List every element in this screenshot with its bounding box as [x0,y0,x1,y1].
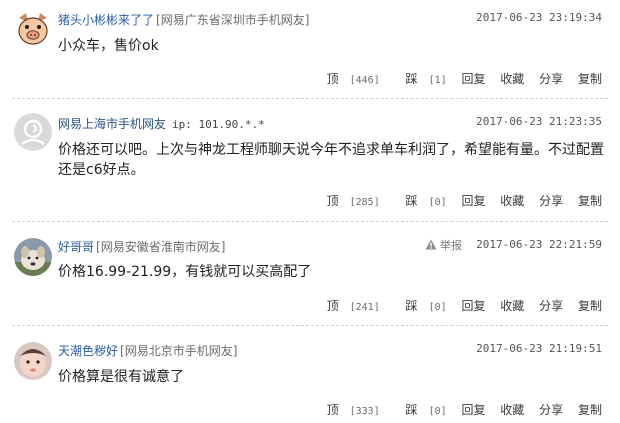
comment-meta: 天潮色秽好 [网易北京市手机网友] [58,342,237,359]
comment-divider [12,221,608,222]
downvote-label: 踩 [405,72,418,86]
upvote-count: [333] [349,406,380,417]
report-label: 举报 [440,239,462,252]
report-link[interactable]: 举报 [425,237,462,253]
downvote-count: [1] [428,75,447,86]
user-source: [网易广东省深圳市手机网友] [156,13,310,27]
upvote-label: 顶 [326,403,339,417]
user-ip: ip: 101.90.*.* [172,118,265,131]
downvote-button[interactable]: 踩 [1] [395,70,447,87]
collect-button[interactable]: 收藏 [500,70,524,87]
reply-button[interactable]: 回复 [461,401,485,418]
downvote-label: 踩 [405,299,418,313]
reply-button[interactable]: 回复 [461,192,485,209]
comment-timestamp: 2017-06-23 22:21:59 [476,238,602,251]
upvote-count: [446] [349,75,380,86]
warning-triangle-icon [425,239,437,252]
default-user-icon[interactable] [14,113,52,151]
comment-meta: 好哥哥 [网易安徽省淮南市网友] [58,238,225,255]
share-button[interactable]: 分享 [539,192,563,209]
upvote-button[interactable]: 顶 [285] [316,192,380,209]
comment-actions: 顶 [285] 踩 [0] 回复 收藏 分享 复制 [305,192,602,209]
username-link[interactable]: 猪头小彬彬来了了 [58,13,154,27]
comment-2: 网易上海市手机网友 ip: 101.90.*.* 2017-06-23 21:23… [0,100,620,218]
comment-3: 好哥哥 [网易安徽省淮南市网友] 举报 2017-06-23 22:21:59 价… [0,224,620,320]
reply-button[interactable]: 回复 [461,70,485,87]
collect-button[interactable]: 收藏 [500,192,524,209]
comment-actions: 顶 [446] 踩 [1] 回复 收藏 分享 复制 [305,70,602,87]
comment-actions: 顶 [241] 踩 [0] 回复 收藏 分享 复制 [305,297,602,314]
downvote-label: 踩 [405,194,418,208]
baby-photo-icon[interactable] [14,342,52,380]
comment-text: 价格还可以吧。上次与神龙工程师聊天说今年不追求单车利润了，希望能有量。不过配置还… [58,142,604,178]
comment-text: 价格算是很有诚意了 [58,369,184,385]
downvote-label: 踩 [405,403,418,417]
downvote-button[interactable]: 踩 [0] [395,401,447,418]
comment-timestamp: 2017-06-23 21:23:35 [476,115,602,128]
upvote-button[interactable]: 顶 [446] [316,70,380,87]
upvote-count: [241] [349,302,380,313]
comment-text: 价格16.99-21.99，有钱就可以买高配了 [58,264,312,280]
upvote-label: 顶 [326,194,339,208]
share-button[interactable]: 分享 [539,401,563,418]
comment-meta: 网易上海市手机网友 ip: 101.90.*.* [58,115,265,132]
comment-1: 猪头小彬彬来了了 [网易广东省深圳市手机网友] 2017-06-23 23:19:… [0,0,620,96]
reply-button[interactable]: 回复 [461,297,485,314]
upvote-count: [285] [349,197,380,208]
comment-meta: 猪头小彬彬来了了 [网易广东省深圳市手机网友] [58,11,309,28]
downvote-button[interactable]: 踩 [0] [395,297,447,314]
upvote-label: 顶 [326,72,339,86]
share-button[interactable]: 分享 [539,297,563,314]
username-link[interactable]: 天潮色秽好 [58,344,118,358]
upvote-button[interactable]: 顶 [241] [316,297,380,314]
copy-button[interactable]: 复制 [578,401,602,418]
copy-button[interactable]: 复制 [578,192,602,209]
downvote-count: [0] [428,406,447,417]
downvote-button[interactable]: 踩 [0] [395,192,447,209]
collect-button[interactable]: 收藏 [500,401,524,418]
comment-timestamp: 2017-06-23 21:19:51 [476,342,602,355]
comment-divider [12,98,608,99]
upvote-button[interactable]: 顶 [333] [316,401,380,418]
comment-actions: 顶 [333] 踩 [0] 回复 收藏 分享 复制 [305,401,602,418]
share-button[interactable]: 分享 [539,70,563,87]
username-link[interactable]: 网易上海市手机网友 [58,117,166,131]
comment-divider [12,325,608,326]
copy-button[interactable]: 复制 [578,70,602,87]
comment-timestamp: 2017-06-23 23:19:34 [476,11,602,24]
downvote-count: [0] [428,197,447,208]
copy-button[interactable]: 复制 [578,297,602,314]
comment-4: 天潮色秽好 [网易北京市手机网友] 2017-06-23 21:19:51 价格算… [0,328,620,423]
user-source: [网易北京市手机网友] [120,344,238,358]
upvote-label: 顶 [326,299,339,313]
dog-photo-icon[interactable] [14,238,52,276]
downvote-count: [0] [428,302,447,313]
comment-text: 小众车，售价ok [58,38,159,54]
collect-button[interactable]: 收藏 [500,297,524,314]
user-source: [网易安徽省淮南市网友] [96,240,226,254]
pig-face-icon[interactable] [14,10,52,48]
username-link[interactable]: 好哥哥 [58,240,94,254]
